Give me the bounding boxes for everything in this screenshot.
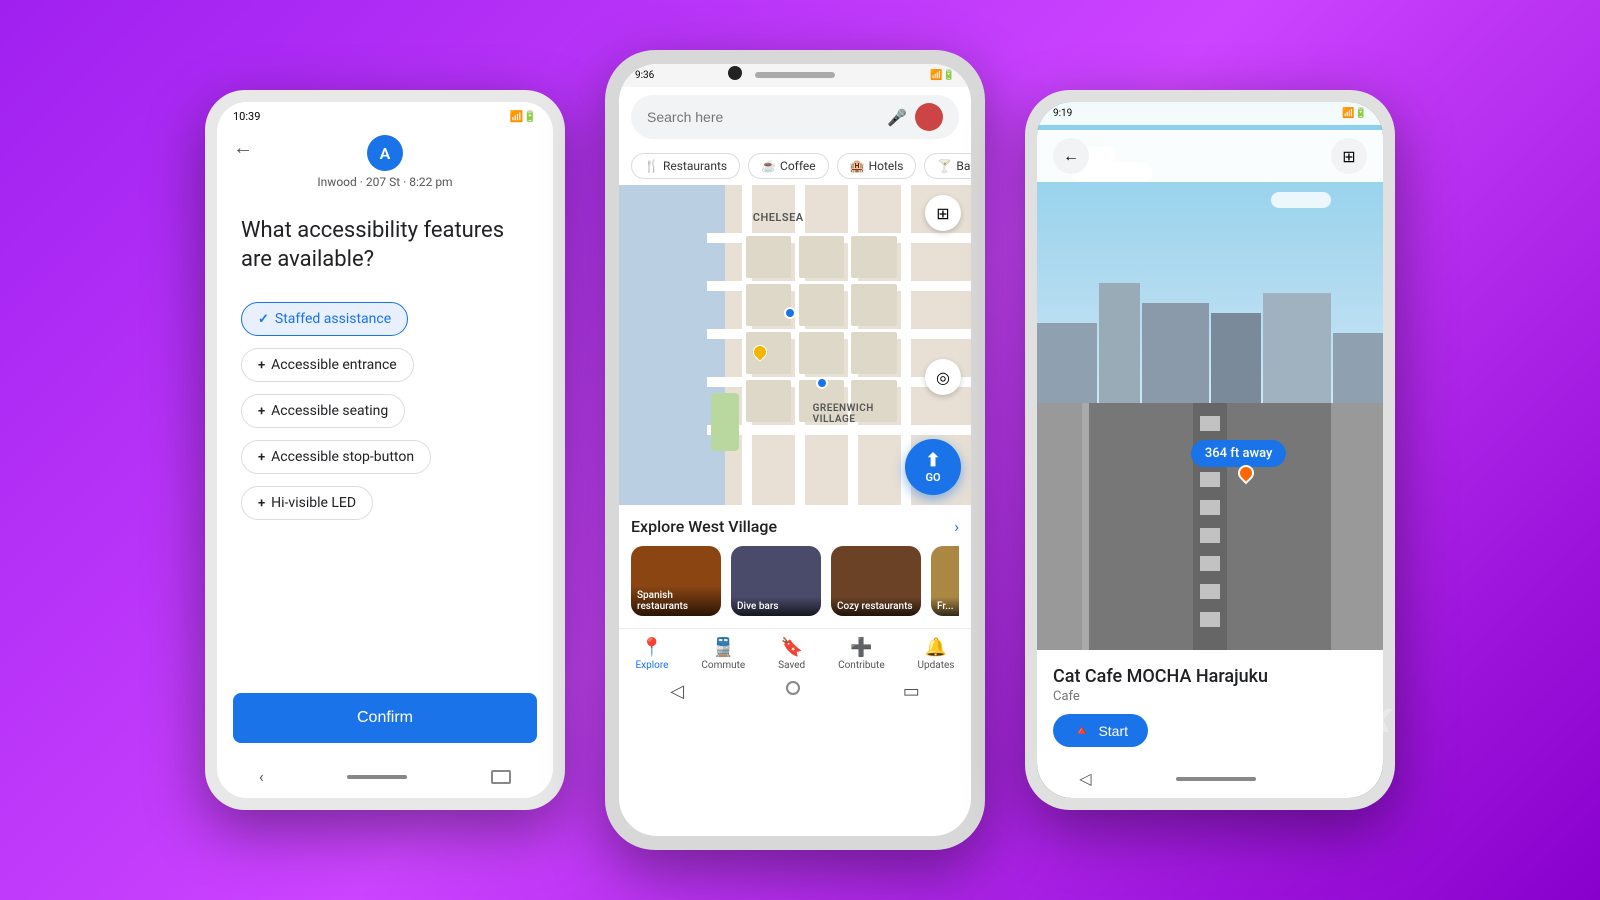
chip-bars[interactable]: 🍸 Bars: [924, 153, 971, 179]
phone-3: 9:19 📶🔋 ← ⊞: [1025, 90, 1395, 810]
bnav-contribute[interactable]: ➕ Contribute: [838, 637, 885, 671]
bnav-explore[interactable]: 📍 Explore: [635, 637, 668, 671]
home-pill[interactable]: [1176, 777, 1256, 781]
phone3-homerow: ◁: [1037, 763, 1383, 798]
p2-time: 9:36: [635, 70, 654, 81]
phone1-header: ← A Inwood · 207 St · 8:22 pm: [217, 127, 553, 201]
status-time: 10:39: [233, 110, 260, 123]
explore-section: Explore West Village › Spanish restauran…: [619, 505, 971, 628]
bottom-nav: 📍 Explore 🚆 Commute 🔖 Saved ➕ Contribute…: [619, 628, 971, 675]
explore-cards: Spanish restaurants Dive bars Cozy resta…: [631, 546, 959, 616]
route-info: Inwood · 207 St · 8:22 pm: [317, 175, 452, 189]
map-pin-blue2: [816, 377, 828, 389]
search-input[interactable]: [647, 109, 879, 125]
map-label-greenwich: GREENWICHVILLAGE: [813, 403, 874, 425]
explore-card-4[interactable]: Fr...: [931, 546, 959, 616]
map-controls: ⊞ ◎: [925, 195, 961, 395]
home-square[interactable]: ▭: [903, 681, 920, 702]
phone-1: 10:39 📶🔋 ← A Inwood · 207 St · 8:22 pm W…: [205, 90, 565, 810]
explore-header: Explore West Village ›: [631, 517, 959, 536]
confirm-button[interactable]: Confirm: [233, 693, 537, 743]
statusbar-3: 9:19 📶🔋: [1037, 102, 1383, 125]
category-chips: 🍴 Restaurants ☕ Coffee 🏨 Hotels 🍸 Bars: [619, 147, 971, 185]
place-type: Cafe: [1053, 689, 1367, 704]
explore-card-spanish[interactable]: Spanish restaurants: [631, 546, 721, 616]
home-back[interactable]: ◁: [670, 681, 684, 702]
phone1-content: What accessibility features are availabl…: [217, 201, 553, 693]
sv-road: 364 ft away: [1037, 403, 1383, 650]
chip-restaurants[interactable]: 🍴 Restaurants: [631, 153, 740, 179]
distance-badge: 364 ft away: [1191, 440, 1286, 467]
chip-entrance[interactable]: + Accessible entrance: [241, 348, 414, 382]
home-circle[interactable]: [786, 681, 800, 695]
buildings: [1037, 283, 1383, 403]
location-button[interactable]: ◎: [925, 359, 961, 395]
place-name: Cat Cafe MOCHA Harajuku: [1053, 666, 1367, 687]
bnav-updates[interactable]: 🔔 Updates: [918, 637, 955, 671]
chip-seating[interactable]: + Accessible seating: [241, 394, 405, 428]
mic-icon[interactable]: 🎤: [887, 108, 907, 127]
phone-3-wrapper: 9:19 📶🔋 ← ⊞: [1025, 90, 1395, 810]
nav-square[interactable]: [491, 770, 511, 784]
statusbar-1: 10:39 📶🔋: [217, 102, 553, 127]
phone1-navbar: ‹: [217, 759, 553, 798]
place-info-panel: Cat Cafe MOCHA Harajuku Cafe 🔺 Start: [1037, 650, 1383, 763]
nav-back[interactable]: ‹: [259, 767, 264, 786]
explore-card-cozy[interactable]: Cozy restaurants: [831, 546, 921, 616]
phone-2: 9:36 📶🔋 🎤 🍴 Restaurants ☕ Coffee 🏨: [605, 50, 985, 850]
map-label-chelsea: CHELSEA: [753, 211, 804, 224]
map-pin-blue: [784, 307, 796, 319]
back-button[interactable]: ←: [233, 135, 253, 160]
map-area[interactable]: CHELSEA GREENWICHVILLAGE ⊞ ◎ ⬆ GO: [619, 185, 971, 505]
status-icons: 📶🔋: [510, 110, 537, 123]
watermark: K: [1370, 702, 1390, 740]
explore-title: Explore West Village: [631, 517, 777, 536]
start-button[interactable]: 🔺 Start: [1053, 714, 1148, 747]
layers-button[interactable]: ⊞: [925, 195, 961, 231]
back-button-3[interactable]: ←: [1053, 138, 1089, 174]
navigate-icon: 🔺: [1073, 722, 1090, 739]
chip-led[interactable]: + Hi-visible LED: [241, 486, 373, 520]
bnav-commute[interactable]: 🚆 Commute: [701, 637, 745, 671]
chip-stop-button[interactable]: + Accessible stop-button: [241, 440, 431, 474]
phone2-homerow: ◁ ▭: [619, 675, 971, 710]
street-view-nav: ← ⊞: [1037, 130, 1383, 182]
street-view: 9:19 📶🔋 ← ⊞: [1037, 102, 1383, 650]
bnav-saved[interactable]: 🔖 Saved: [778, 637, 805, 671]
chip-coffee[interactable]: ☕ Coffee: [748, 153, 829, 179]
nav-home[interactable]: [347, 775, 407, 779]
chip-staffed[interactable]: ✓ Staffed assistance: [241, 302, 408, 336]
question-text: What accessibility features are availabl…: [241, 217, 529, 274]
user-avatar: [915, 103, 943, 131]
phone2-speaker: [755, 72, 835, 78]
phone2-camera: [728, 66, 742, 80]
search-area: 🎤: [619, 87, 971, 147]
explore-card-divebars[interactable]: Dive bars: [731, 546, 821, 616]
go-button[interactable]: ⬆ GO: [905, 439, 961, 495]
explore-arrow[interactable]: ›: [954, 517, 959, 536]
chip-hotels[interactable]: 🏨 Hotels: [837, 153, 917, 179]
cloud-3: [1271, 192, 1331, 208]
avatar: A: [367, 135, 403, 171]
share-button[interactable]: ⊞: [1331, 138, 1367, 174]
home-back-3[interactable]: ◁: [1079, 769, 1091, 788]
